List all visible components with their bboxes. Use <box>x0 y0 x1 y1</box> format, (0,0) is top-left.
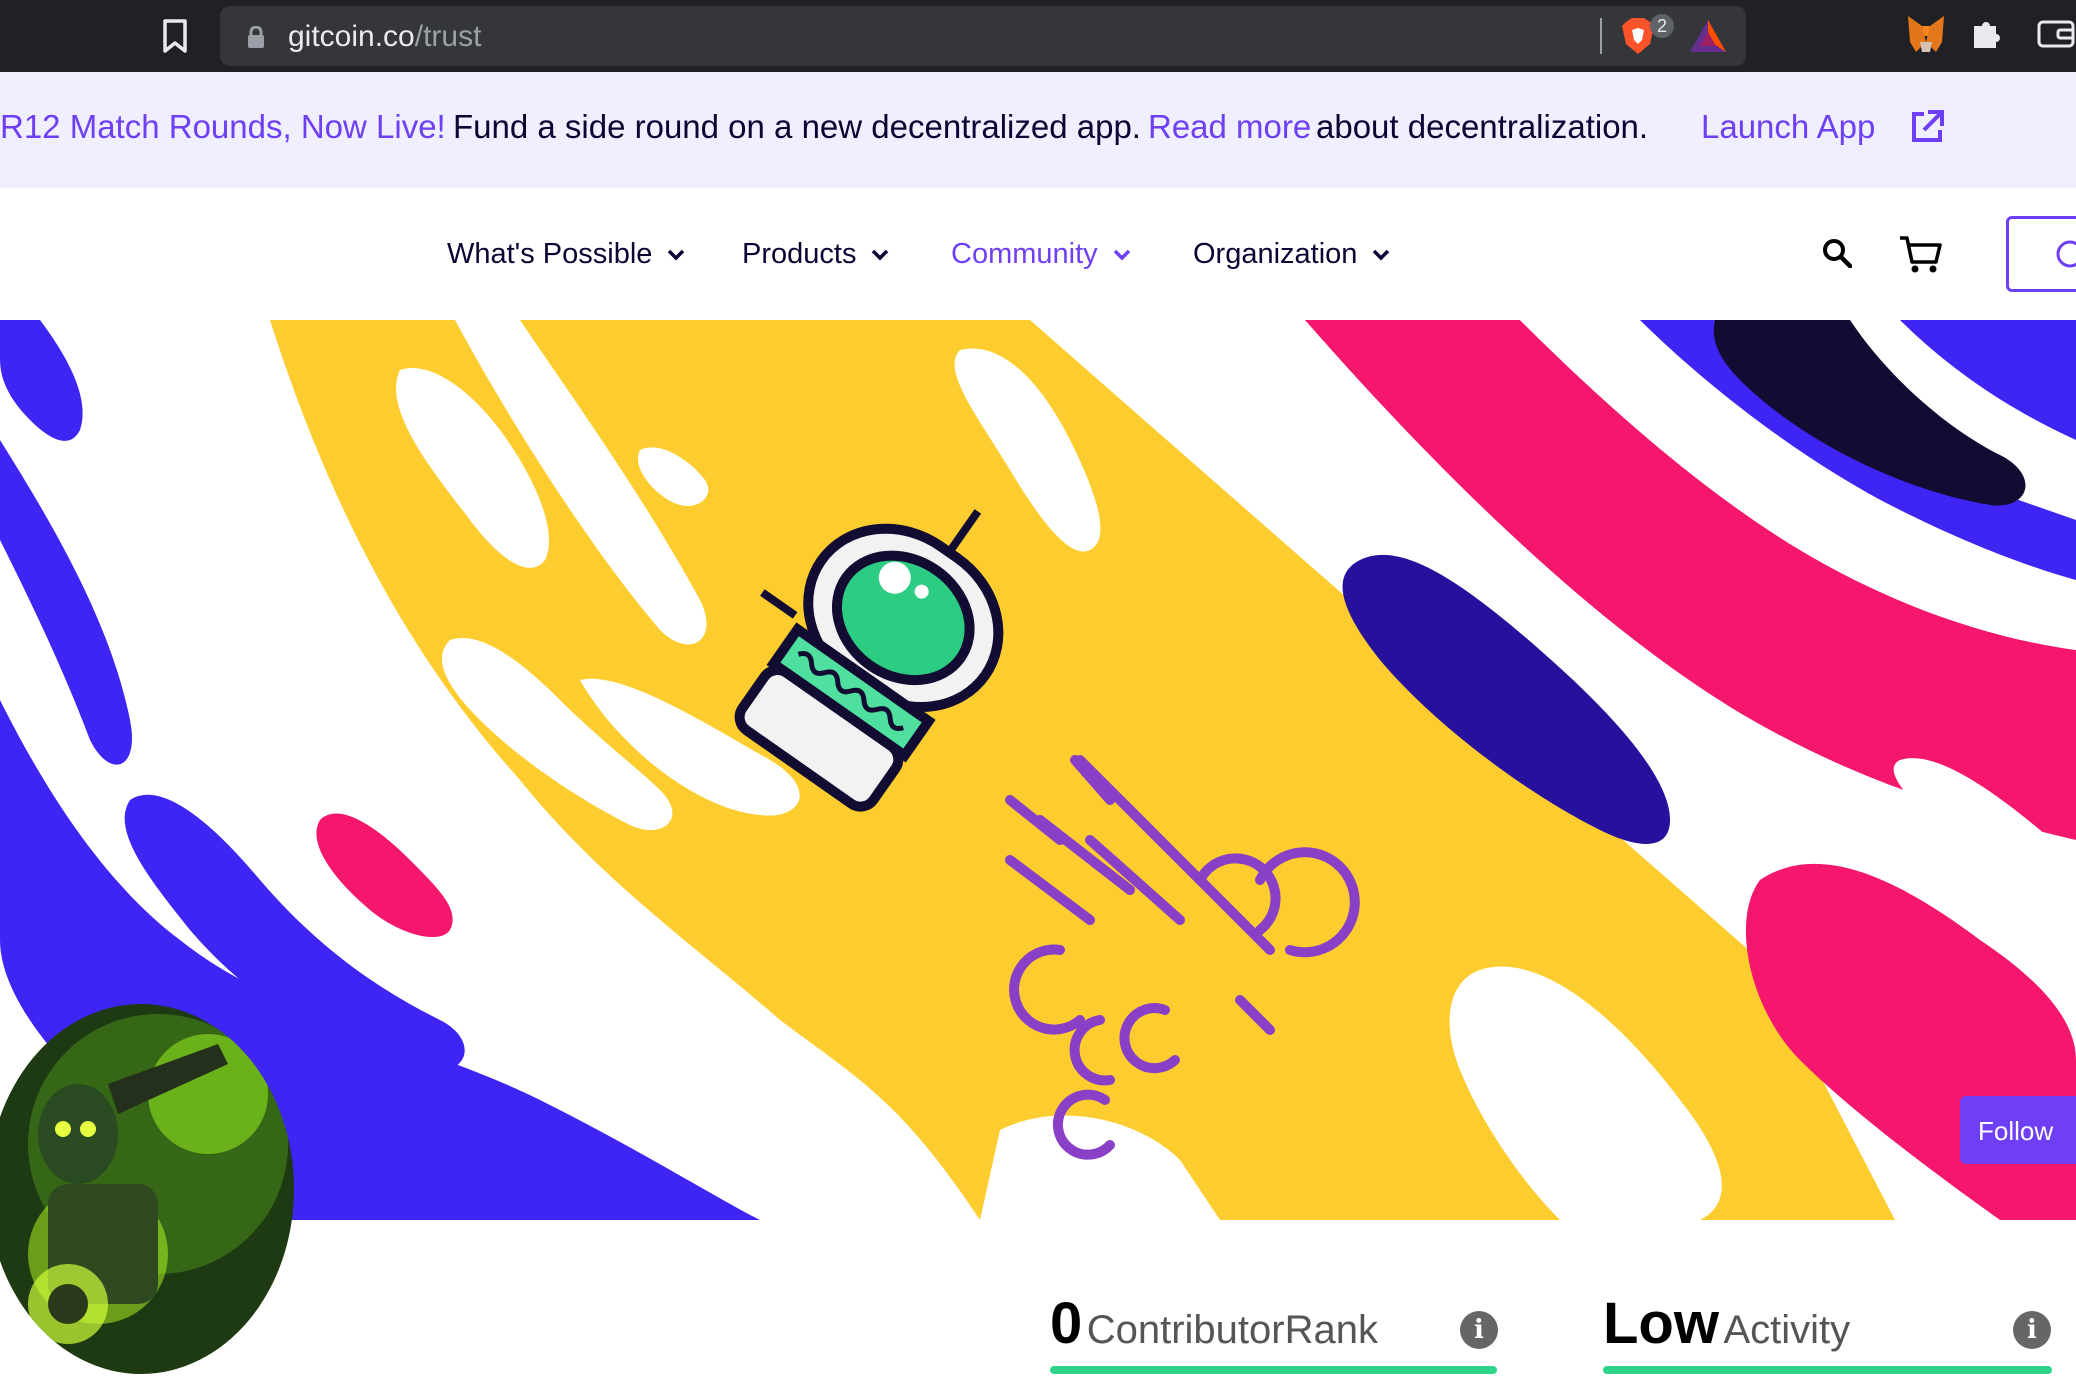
launch-app-link[interactable]: Launch App <box>1701 108 1875 146</box>
announcement-banner: R12 Match Rounds, Now Live! Fund a side … <box>0 72 2076 188</box>
chevron-down-icon <box>872 249 889 260</box>
nav-label: Products <box>742 238 857 270</box>
browser-toolbar: gitcoin.co/trust 2 <box>0 0 2076 72</box>
chevron-down-icon <box>1373 249 1390 260</box>
external-link-icon[interactable] <box>1908 108 1946 146</box>
url-path: /trust <box>414 20 482 53</box>
metamask-fox-icon[interactable] <box>1906 12 1946 56</box>
activity-stat: Low Activity <box>1603 1290 1850 1357</box>
read-more-tail: about decentralization. <box>1316 108 1649 145</box>
chevron-down-icon <box>668 249 685 260</box>
github-icon <box>2056 240 2076 268</box>
bat-rewards-icon[interactable] <box>1688 18 1728 54</box>
follow-button[interactable]: Follow <box>1960 1096 2076 1164</box>
nav-label: Community <box>951 238 1098 270</box>
rocket-cover-illustration <box>0 320 2076 1220</box>
contributor-rank-stat: 0 ContributorRank <box>1050 1290 1378 1357</box>
nav-label: Organization <box>1193 238 1358 270</box>
address-bar[interactable]: gitcoin.co/trust 2 <box>220 6 1746 66</box>
url-text[interactable]: gitcoin.co/trust <box>288 20 481 54</box>
match-rounds-link[interactable]: R12 Match Rounds, Now Live! <box>0 108 446 146</box>
profile-cover-banner <box>0 320 2076 1220</box>
sign-in-button[interactable] <box>2006 216 2076 292</box>
search-icon[interactable] <box>1822 238 1852 268</box>
announcement-message: Fund a side round on a new decentralized… <box>453 108 1141 145</box>
activity-bar <box>1603 1366 2052 1374</box>
wallet-icon[interactable] <box>2036 18 2076 50</box>
nav-whats-possible[interactable]: What's Possible <box>447 238 686 271</box>
nav-community[interactable]: Community <box>951 238 1132 271</box>
info-icon[interactable]: i <box>1460 1311 1498 1349</box>
extensions-puzzle-icon[interactable] <box>1970 16 2004 50</box>
read-more-link[interactable]: Read more <box>1148 108 1311 146</box>
avatar-image <box>0 1004 294 1374</box>
info-icon[interactable]: i <box>2013 1311 2051 1349</box>
cart-icon[interactable] <box>1898 234 1944 274</box>
follow-label: Follow <box>1978 1116 2054 1146</box>
nav-label: What's Possible <box>447 238 653 270</box>
nav-organization[interactable]: Organization <box>1193 238 1391 271</box>
activity-value: Low <box>1603 1291 1719 1356</box>
chevron-down-icon <box>1113 249 1130 260</box>
contributor-rank-bar <box>1050 1366 1497 1374</box>
contributor-rank-label: ContributorRank <box>1086 1308 1378 1352</box>
url-domain: gitcoin.co <box>288 20 415 53</box>
activity-label: Activity <box>1723 1308 1851 1352</box>
avatar[interactable] <box>0 1004 294 1374</box>
address-bar-divider <box>1600 18 1602 54</box>
bookmark-icon[interactable] <box>160 18 190 54</box>
lock-icon[interactable] <box>246 26 266 48</box>
main-nav: What's Possible Products Community Organ… <box>0 188 2076 320</box>
shield-count-badge: 2 <box>1650 14 1674 38</box>
nav-products[interactable]: Products <box>742 238 890 271</box>
contributor-rank-value: 0 <box>1050 1291 1083 1356</box>
